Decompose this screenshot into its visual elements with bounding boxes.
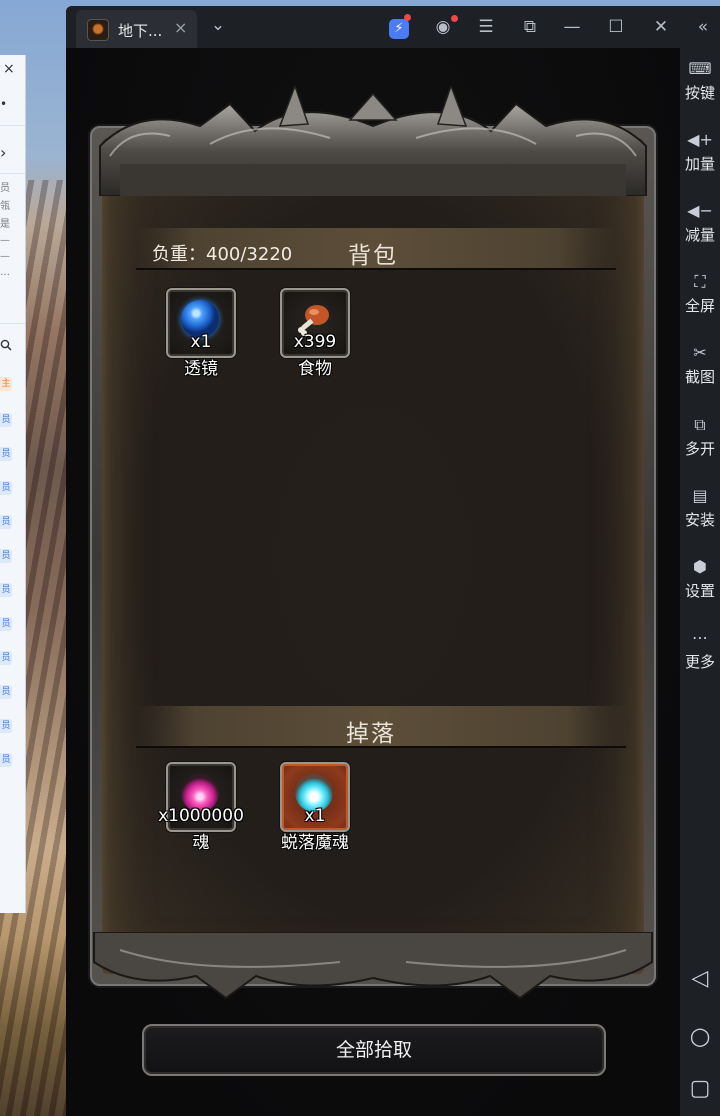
- tag-badge[interactable]: 员: [0, 651, 12, 665]
- tag-badge[interactable]: 员: [0, 515, 12, 529]
- item-name: 透镜: [184, 359, 218, 379]
- nav-recent-icon[interactable]: ▢: [680, 1076, 720, 1101]
- nav-home-icon[interactable]: ○: [680, 1022, 720, 1050]
- panel-text: —: [0, 251, 10, 262]
- sidebar-item-label: 多开: [684, 440, 715, 458]
- nav-back-icon[interactable]: ◁: [680, 966, 720, 991]
- ornate-crest-bottom: [93, 932, 653, 1000]
- sidebar-item-label: 更多: [684, 653, 715, 671]
- sidebar-item-label: 加量: [684, 155, 715, 173]
- tab-close-icon[interactable]: ×: [174, 18, 187, 37]
- panel-text: —: [0, 235, 10, 246]
- chevron-down-icon[interactable]: ⌄: [207, 14, 229, 36]
- tag-badge[interactable]: 主: [0, 377, 12, 391]
- side-panel: × • › 员 瓴 是 — — … 主 员 员 员 员 员 员 员 员 员 员 …: [0, 55, 26, 913]
- app-tab[interactable]: 地下... ×: [76, 10, 197, 48]
- more-icon: ⋯: [692, 628, 708, 647]
- bolt-glyph: ⚡: [389, 19, 409, 39]
- divider: [0, 323, 25, 324]
- tag-badge[interactable]: 员: [0, 583, 12, 597]
- item-count: x1: [304, 806, 326, 826]
- chevron-right-icon[interactable]: ›: [0, 143, 6, 162]
- panel-text: …: [0, 267, 10, 278]
- restore-window-icon[interactable]: ⧉: [519, 16, 541, 38]
- tag-badge[interactable]: 员: [0, 447, 12, 461]
- item-name: 食物: [298, 359, 332, 379]
- inventory-panel: 负重：400/3220 背包 x1 透镜 x399 食物 掉落 x1000000…: [80, 86, 666, 1000]
- tag-badge[interactable]: 员: [0, 549, 12, 563]
- sidebar-item-settings[interactable]: ⬢ 设置: [680, 554, 720, 614]
- sidebar-item-label: 截图: [684, 368, 715, 386]
- volume-up-icon: ◀+: [687, 130, 713, 149]
- panel-close-icon[interactable]: ×: [3, 61, 15, 77]
- panel-dot: •: [0, 97, 8, 111]
- title-bar: 地下... × ⌄ ⚡ ◉ ☰ ⧉ — ☐ ✕ «: [66, 6, 720, 48]
- item-slot-lens[interactable]: x1 透镜: [166, 288, 236, 379]
- volume-down-icon: ◀−: [687, 201, 713, 220]
- sidebar-item-install[interactable]: ▤ 安装: [680, 483, 720, 543]
- emulator-sidebar: ⌨ 按键 ◀+ 加量 ◀− 减量 ⛶ 全屏 ✂ 截图 ⧉ 多开 ▤ 安装 ⬢ 设…: [680, 48, 720, 1116]
- drops-title: 掉落: [346, 721, 396, 747]
- notification-dot: [451, 15, 458, 22]
- tag-badge[interactable]: 员: [0, 617, 12, 631]
- settings-icon: ⬢: [693, 557, 707, 576]
- tag-badge[interactable]: 员: [0, 685, 12, 699]
- sidebar-item-label: 安装: [684, 511, 715, 529]
- sidebar-item-volume-down[interactable]: ◀− 减量: [680, 198, 720, 258]
- panel-text: 是: [0, 219, 10, 230]
- tab-title: 地下...: [118, 22, 163, 40]
- divider: [0, 125, 25, 126]
- apk-install-icon: ▤: [692, 486, 708, 505]
- sidebar-item-multi-instance[interactable]: ⧉ 多开: [680, 412, 720, 472]
- sidebar-item-more[interactable]: ⋯ 更多: [680, 625, 720, 685]
- pick-all-button[interactable]: 全部拾取: [142, 1024, 606, 1076]
- minimize-icon[interactable]: —: [561, 16, 583, 38]
- keyboard-icon: ⌨: [688, 59, 712, 78]
- sidebar-item-label: 设置: [684, 582, 715, 600]
- tag-badge[interactable]: 员: [0, 481, 12, 495]
- panel-text: 瓴: [0, 201, 10, 212]
- weight-label: 负重：400/3220: [152, 244, 293, 265]
- sidebar-item-fullscreen[interactable]: ⛶ 全屏: [680, 269, 720, 329]
- multi-instance-icon: ⧉: [694, 415, 706, 434]
- maximize-icon[interactable]: ☐: [605, 16, 627, 38]
- sidebar-item-screenshot[interactable]: ✂ 截图: [680, 340, 720, 400]
- sidebar-item-label: 减量: [684, 226, 715, 244]
- search-icon[interactable]: [0, 339, 12, 351]
- scissors-icon: ✂: [693, 343, 707, 362]
- app-icon: [87, 19, 109, 41]
- backpack-title: 背包: [348, 243, 398, 269]
- sidebar-item-label: 按键: [684, 84, 715, 102]
- item-name: 蜕落魔魂: [281, 833, 349, 853]
- item-slot-food[interactable]: x399 食物: [280, 288, 350, 379]
- drop-slot-demon-soul[interactable]: x1 蜕落魔魂: [280, 762, 350, 853]
- notification-dot: [404, 14, 411, 21]
- sidebar-item-label: 全屏: [684, 297, 715, 315]
- game-screen: 负重：400/3220 背包 x1 透镜 x399 食物 掉落 x1000000…: [66, 48, 680, 1116]
- item-count: x399: [293, 332, 337, 352]
- emulator-window: 地下... × ⌄ ⚡ ◉ ☰ ⧉ — ☐ ✕ « 负重：400/3220 背包…: [66, 6, 720, 1116]
- item-name: 魂: [192, 833, 210, 853]
- item-count: x1: [190, 332, 212, 352]
- collapse-sidebar-icon[interactable]: «: [692, 16, 714, 38]
- close-icon[interactable]: ✕: [650, 16, 672, 38]
- ornate-crest-top: [99, 86, 647, 196]
- menu-icon[interactable]: ☰: [475, 16, 497, 38]
- sidebar-item-volume-up[interactable]: ◀+ 加量: [680, 127, 720, 187]
- divider: [0, 173, 25, 174]
- item-count: x1000000: [158, 806, 244, 826]
- panel-text: 员: [0, 183, 10, 194]
- fullscreen-icon: ⛶: [694, 272, 706, 291]
- sidebar-item-keymap[interactable]: ⌨ 按键: [680, 56, 720, 116]
- drop-slot-soul[interactable]: x1000000 魂: [158, 762, 244, 853]
- tag-badge[interactable]: 员: [0, 719, 12, 733]
- tag-badge[interactable]: 员: [0, 413, 12, 427]
- tag-badge[interactable]: 员: [0, 753, 12, 767]
